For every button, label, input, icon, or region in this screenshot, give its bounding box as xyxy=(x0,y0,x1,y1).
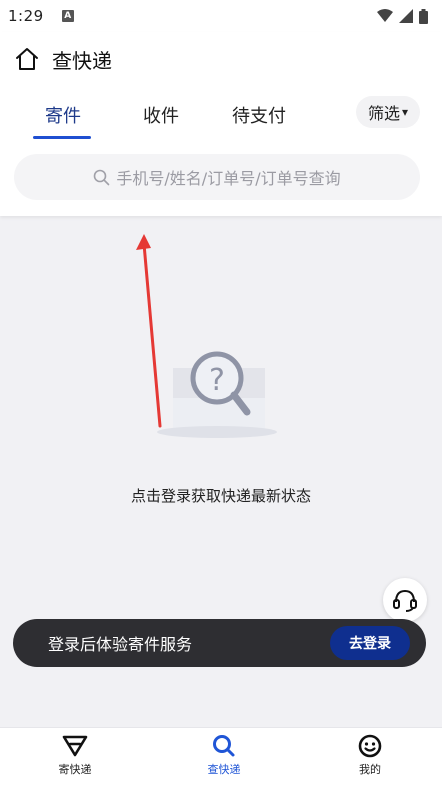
status-time: 1:29 xyxy=(8,7,44,25)
search-placeholder: 手机号/姓名/订单号/订单号查询 xyxy=(116,169,341,188)
search-input[interactable]: 手机号/姓名/订单号/订单号查询 xyxy=(14,154,420,200)
svg-text:?: ? xyxy=(209,363,225,398)
nav-item-mine[interactable]: 我的 xyxy=(330,734,410,777)
wifi-icon xyxy=(377,9,393,22)
smiley-icon xyxy=(358,734,382,758)
home-icon[interactable] xyxy=(14,46,40,72)
tab-send[interactable]: 寄件 xyxy=(23,102,103,128)
nav-item-track-express[interactable]: 查快递 xyxy=(184,734,264,777)
header: 查快递 寄件 收件 待支付 筛选 ▾ 手机号/姓名/订单号/订单号查询 xyxy=(0,32,442,216)
status-icons xyxy=(377,8,428,24)
tab-pending-payment[interactable]: 待支付 xyxy=(219,102,299,128)
nav-label: 寄快递 xyxy=(58,763,92,776)
title-row: 查快递 xyxy=(14,42,112,76)
nav-label: 我的 xyxy=(359,763,381,776)
filter-button[interactable]: 筛选 ▾ xyxy=(356,96,420,128)
page-title: 查快递 xyxy=(52,48,112,73)
bottom-nav: 寄快递 查快递 我的 xyxy=(0,727,442,785)
headset-icon xyxy=(393,589,417,612)
nav-item-send-express[interactable]: 寄快递 xyxy=(35,734,115,777)
tab-active-indicator xyxy=(33,136,91,139)
login-banner: 登录后体验寄件服务 去登录 xyxy=(13,619,426,667)
send-icon xyxy=(62,735,88,757)
login-banner-text: 登录后体验寄件服务 xyxy=(48,635,193,654)
nav-label: 查快递 xyxy=(207,763,241,776)
empty-search-illustration-icon: ? xyxy=(157,351,277,438)
battery-icon xyxy=(419,8,428,24)
search-icon xyxy=(94,169,110,185)
search-icon xyxy=(213,735,235,757)
empty-state-message[interactable]: 点击登录获取快递最新状态 xyxy=(0,485,442,506)
login-button[interactable]: 去登录 xyxy=(330,626,410,660)
status-indicator-icon: A xyxy=(61,10,74,22)
tab-receive[interactable]: 收件 xyxy=(121,102,201,128)
filter-label: 筛选 xyxy=(367,104,400,123)
caret-down-icon: ▾ xyxy=(401,105,409,119)
customer-support-button[interactable] xyxy=(383,578,427,622)
status-bar: 1:29 A xyxy=(0,0,442,32)
signal-icon xyxy=(399,9,413,23)
